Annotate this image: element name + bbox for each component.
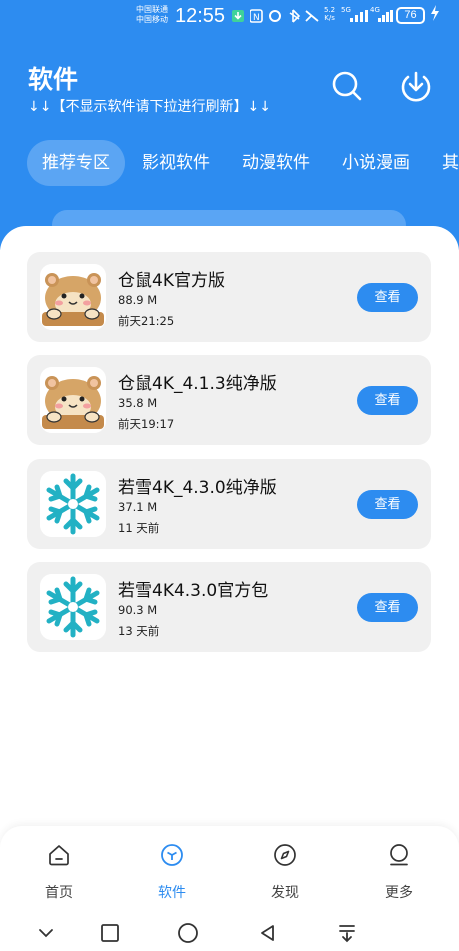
home-system-button[interactable] (175, 920, 201, 946)
status-bar: 中国联通 中国移动 12:55 N 5.2 K/s 5G 4G 76 (0, 0, 459, 32)
app-size: 37.1 M (118, 500, 158, 514)
view-button[interactable]: 查看 (357, 593, 418, 622)
app-update-time: 13 天前 (118, 624, 160, 638)
nav-home[interactable]: 首页 (24, 840, 94, 902)
nav-home-label: 首页 (45, 885, 73, 901)
tab-other[interactable]: 其 (427, 140, 459, 186)
view-button[interactable]: 查看 (357, 283, 418, 312)
refresh-hint: ↓↓【不显示软件请下拉进行刷新】↓↓ (28, 99, 271, 115)
app-name: 若雪4K4.3.0官方包 (118, 581, 269, 601)
app-update-time: 11 天前 (118, 521, 160, 535)
hamster-icon (40, 367, 106, 433)
category-tabs-viewport: 推荐专区 影视软件 动漫软件 小说漫画 其 (0, 140, 459, 186)
nav-discover[interactable]: 发现 (250, 840, 320, 902)
view-button[interactable]: 查看 (357, 490, 418, 519)
cube-icon (161, 844, 183, 866)
app-card[interactable]: 若雪4K4.3.0官方包 90.3 M 13 天前 查看 (27, 562, 431, 652)
tab-recommended[interactable]: 推荐专区 (27, 140, 125, 186)
collapse-button[interactable] (33, 920, 59, 946)
carrier-info: 中国联通 中国移动 (136, 5, 168, 25)
app-card[interactable]: 仓鼠4K官方版 88.9 M 前天21:25 查看 (27, 252, 431, 342)
net-speed-unit: K/s (324, 14, 335, 22)
app-update-time: 前天21:25 (118, 314, 175, 328)
battery-indicator: 76 (396, 7, 425, 24)
nav-more[interactable]: 更多 (364, 840, 434, 902)
clock: 12:55 (175, 5, 226, 27)
signal-icon-2 (378, 10, 393, 22)
nav-software-label: 软件 (158, 885, 186, 901)
svg-text:N: N (253, 13, 260, 23)
carrier-2: 中国移动 (136, 15, 168, 24)
system-nav-bar (0, 912, 459, 951)
download-button[interactable] (396, 66, 436, 106)
download-status-icon (232, 10, 244, 22)
hamster-icon (40, 264, 106, 330)
back-triangle-icon (261, 925, 274, 941)
snowflake-icon (40, 574, 106, 640)
carrier-1: 中国联通 (136, 5, 168, 14)
notification-shade-button[interactable] (334, 920, 360, 946)
circle-icon (178, 923, 198, 943)
charging-icon (431, 5, 439, 21)
nav-discover-label: 发现 (271, 885, 299, 901)
search-icon (332, 71, 362, 101)
download-icon (401, 71, 431, 102)
nav-more-label: 更多 (385, 885, 413, 901)
app-size: 35.8 M (118, 396, 158, 410)
signal-icon-1 (350, 10, 368, 22)
app-update-time: 前天19:17 (118, 417, 175, 431)
net-speed-value: 5.2 (324, 6, 336, 14)
search-button[interactable] (327, 66, 367, 106)
app-card[interactable]: 若雪4K_4.3.0纯净版 37.1 M 11 天前 查看 (27, 459, 431, 549)
bottom-nav: 首页 软件 发现 更多 (0, 826, 459, 912)
tab-video-software[interactable]: 影视软件 (127, 140, 225, 186)
recents-button[interactable] (97, 920, 123, 946)
app-name: 仓鼠4K_4.1.3纯净版 (118, 374, 277, 394)
app-size: 90.3 M (118, 603, 158, 617)
app-name: 仓鼠4K官方版 (118, 271, 225, 291)
back-button[interactable] (255, 920, 281, 946)
app-name: 若雪4K_4.3.0纯净版 (118, 478, 277, 498)
page-title: 软件 (28, 65, 79, 94)
compass-icon (274, 844, 296, 866)
square-icon (101, 924, 119, 942)
app-card[interactable]: 仓鼠4K_4.1.3纯净版 35.8 M 前天19:17 查看 (27, 355, 431, 445)
app-size: 88.9 M (118, 293, 158, 307)
view-button[interactable]: 查看 (357, 386, 418, 415)
tab-anime-software[interactable]: 动漫软件 (227, 140, 325, 186)
category-tabs: 推荐专区 影视软件 动漫软件 小说漫画 其 (27, 140, 459, 186)
net-speed: 5.2 K/s (324, 6, 335, 22)
person-icon (390, 844, 408, 866)
home-icon (49, 845, 69, 866)
pull-down-icon (339, 925, 355, 943)
nav-software[interactable]: 软件 (137, 840, 207, 902)
tab-novel-comics[interactable]: 小说漫画 (327, 140, 425, 186)
snowflake-icon (40, 471, 106, 537)
chevron-down-icon (39, 929, 53, 938)
